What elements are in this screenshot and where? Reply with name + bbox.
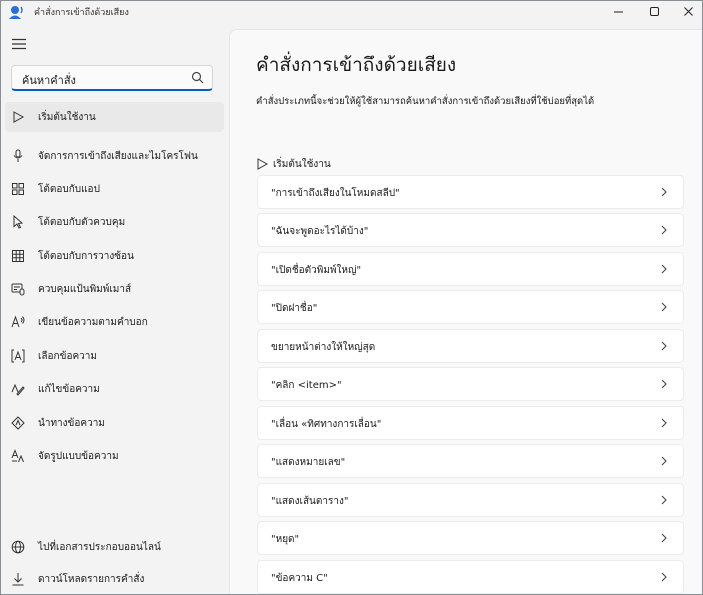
command-label: ขยายหน้าต่างให้ใหญ่สุด bbox=[271, 342, 376, 353]
sidebar-item-select-text[interactable]: เลือกข้อความ bbox=[5, 341, 224, 371]
search-box[interactable]: ค้นหาคำสั่ง bbox=[11, 65, 213, 91]
sidebar-item-label: นำทางข้อความ bbox=[38, 418, 105, 429]
command-card[interactable]: "เลื่อน «ทิศทางการเลื่อน" bbox=[257, 406, 684, 440]
chevron-right-icon bbox=[661, 456, 667, 466]
command-label: "หยุด" bbox=[271, 534, 300, 545]
sidebar-item-edit-text[interactable]: แก้ไขข้อความ bbox=[5, 374, 224, 404]
text-select-icon bbox=[11, 349, 25, 363]
search-input[interactable]: ค้นหาคำสั่ง bbox=[22, 71, 76, 89]
sidebar-item-controls[interactable]: โต้ตอบกับตัวควบคุม bbox=[5, 207, 224, 237]
search-icon[interactable] bbox=[191, 71, 204, 84]
cursor-icon bbox=[11, 215, 25, 229]
sidebar-item-online-docs[interactable]: ไปที่เอกสารประกอบออนไลน์ bbox=[5, 532, 224, 562]
sidebar-item-dictation[interactable]: เขียนข้อความตามคำบอก bbox=[5, 307, 224, 337]
close-button[interactable] bbox=[671, 1, 702, 21]
command-card[interactable]: "หยุด" bbox=[257, 521, 684, 555]
minimize-button[interactable] bbox=[601, 1, 635, 21]
navigate-text-icon bbox=[11, 416, 25, 430]
sidebar-item-apps[interactable]: โต้ตอบกับแอป bbox=[5, 174, 224, 204]
chevron-right-icon bbox=[661, 225, 667, 235]
app-icon bbox=[9, 6, 23, 19]
command-card[interactable]: "การเข้าถึงเสียงในโหมดสลีป" bbox=[257, 175, 684, 209]
command-card[interactable]: "ปิดฝาชื่อ" bbox=[257, 290, 684, 324]
dictation-icon bbox=[11, 315, 25, 329]
maximize-button[interactable] bbox=[637, 1, 671, 21]
sidebar-item-label: โต้ตอบกับการวางซ้อน bbox=[38, 251, 134, 262]
sidebar-item-label: เขียนข้อความตามคำบอก bbox=[38, 317, 148, 328]
command-label: "แสดงหมายเลข" bbox=[271, 457, 346, 468]
sidebar-item-label: ไปที่เอกสารประกอบออนไลน์ bbox=[38, 542, 161, 553]
play-icon bbox=[11, 110, 25, 124]
window-title: คำสั่งการเข้าถึงด้วยเสียง bbox=[34, 8, 129, 18]
keyboard-mouse-icon bbox=[11, 282, 25, 296]
sidebar-item-label: เลือกข้อความ bbox=[38, 351, 97, 362]
format-text-icon bbox=[11, 449, 25, 463]
sidebar-item-overlays[interactable]: โต้ตอบกับการวางซ้อน bbox=[5, 241, 224, 271]
chevron-right-icon bbox=[661, 341, 667, 351]
chevron-right-icon bbox=[661, 572, 667, 582]
section-title: เริ่มต้นใช้งาน bbox=[273, 159, 331, 170]
command-label: "ฉันจะพูดอะไรได้บ้าง" bbox=[271, 226, 369, 237]
chevron-right-icon bbox=[661, 187, 667, 197]
globe-icon bbox=[11, 540, 25, 554]
command-card[interactable]: "แสดงหมายเลข" bbox=[257, 444, 684, 478]
chevron-right-icon bbox=[661, 302, 667, 312]
close-icon bbox=[683, 6, 693, 16]
command-label: "คลิก <item>" bbox=[271, 380, 342, 391]
sidebar-item-label: จัดรูปแบบข้อความ bbox=[38, 451, 119, 462]
sidebar-item-label: จัดการการเข้าถึงเสียงและไมโครโฟน bbox=[38, 151, 198, 162]
command-label: "ข้อความ C" bbox=[271, 573, 328, 584]
hamburger-menu-icon[interactable] bbox=[11, 37, 27, 51]
sidebar-item-label: ควบคุมแป้นพิมพ์เมาส์ bbox=[38, 284, 132, 295]
edit-text-icon bbox=[11, 382, 25, 396]
chevron-right-icon bbox=[661, 379, 667, 389]
command-label: "เลื่อน «ทิศทางการเลื่อน" bbox=[271, 419, 382, 430]
page-title: คำสั่งการเข้าถึงด้วยเสียง bbox=[256, 54, 457, 76]
chevron-right-icon bbox=[661, 264, 667, 274]
sidebar-item-label: ดาวน์โหลดรายการคำสั่ง bbox=[38, 574, 145, 585]
chevron-right-icon bbox=[661, 495, 667, 505]
sidebar-item-microphone[interactable]: จัดการการเข้าถึงเสียงและไมโครโฟน bbox=[5, 141, 224, 171]
content-pane: คำสั่งการเข้าถึงด้วยเสียง คำสั่งประเภทนี… bbox=[229, 29, 702, 594]
apps-icon bbox=[11, 182, 25, 196]
page-description: คำสั่งประเภทนี้จะช่วยให้ผู้ใช้สามารถค้นห… bbox=[256, 96, 595, 107]
command-label: "เปิดชื่อตัวพิมพ์ใหญ่" bbox=[271, 265, 362, 276]
command-card[interactable]: "ฉันจะพูดอะไรได้บ้าง" bbox=[257, 213, 684, 247]
microphone-icon bbox=[11, 149, 25, 163]
download-icon bbox=[11, 572, 25, 586]
command-card[interactable]: "ข้อความ C" bbox=[257, 560, 684, 594]
play-icon bbox=[257, 158, 268, 170]
chevron-right-icon bbox=[661, 533, 667, 543]
command-card[interactable]: "คลิก <item>" bbox=[257, 367, 684, 401]
command-label: "ปิดฝาชื่อ" bbox=[271, 303, 318, 314]
sidebar-item-label: โต้ตอบกับแอป bbox=[38, 184, 100, 195]
sidebar-item-get-started[interactable]: เริ่มต้นใช้งาน bbox=[5, 102, 224, 132]
minimize-icon bbox=[613, 11, 623, 12]
grid-icon bbox=[11, 249, 25, 263]
sidebar-item-keyboard-mouse[interactable]: ควบคุมแป้นพิมพ์เมาส์ bbox=[5, 274, 224, 304]
sidebar-item-label: แก้ไขข้อความ bbox=[38, 384, 100, 395]
command-card[interactable]: "เปิดชื่อตัวพิมพ์ใหญ่" bbox=[257, 252, 684, 286]
sidebar-item-format-text[interactable]: จัดรูปแบบข้อความ bbox=[5, 441, 224, 471]
sidebar-item-label: โต้ตอบกับตัวควบคุม bbox=[38, 217, 126, 228]
command-card[interactable]: "แสดงเส้นตาราง" bbox=[257, 483, 684, 517]
sidebar-item-download[interactable]: ดาวน์โหลดรายการคำสั่ง bbox=[5, 564, 224, 594]
sidebar-item-label: เริ่มต้นใช้งาน bbox=[38, 112, 96, 123]
sidebar-item-navigate-text[interactable]: นำทางข้อความ bbox=[5, 408, 224, 438]
command-card[interactable]: ขยายหน้าต่างให้ใหญ่สุด bbox=[257, 329, 684, 363]
maximize-icon bbox=[649, 6, 659, 16]
command-label: "แสดงเส้นตาราง" bbox=[271, 496, 349, 507]
command-label: "การเข้าถึงเสียงในโหมดสลีป" bbox=[271, 188, 400, 199]
app-window: คำสั่งการเข้าถึงด้วยเสียง ค้นหาคำสั่ง เร… bbox=[0, 0, 703, 595]
chevron-right-icon bbox=[661, 418, 667, 428]
title-bar: คำสั่งการเข้าถึงด้วยเสียง bbox=[1, 1, 702, 23]
